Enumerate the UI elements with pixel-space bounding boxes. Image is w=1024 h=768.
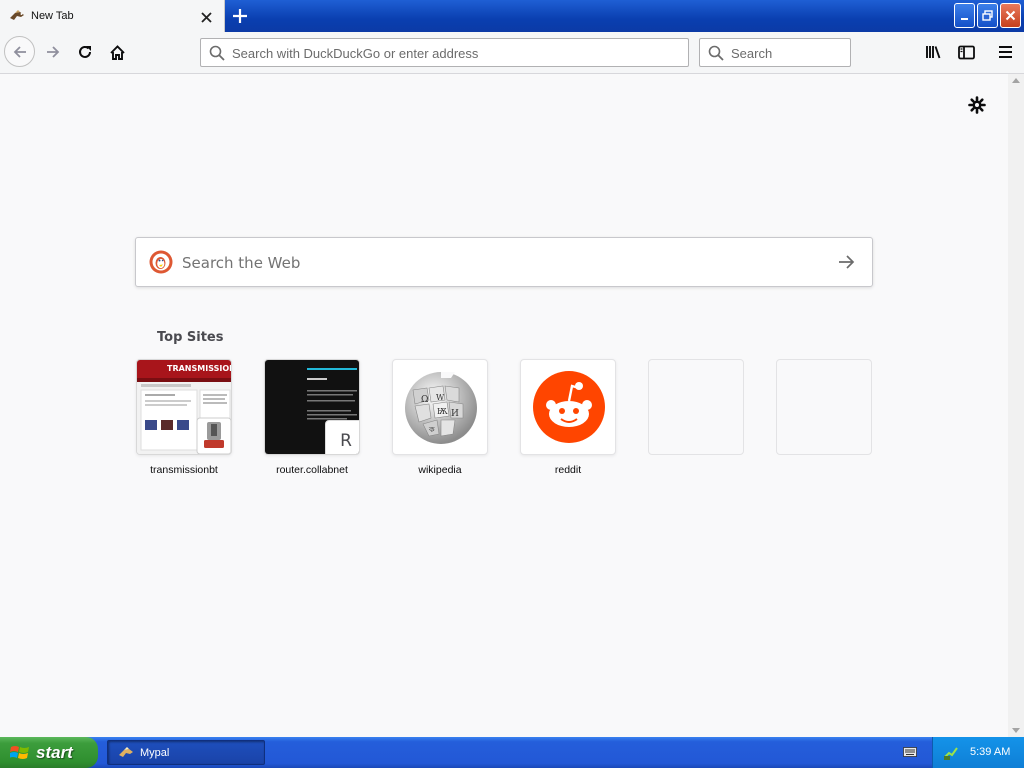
tab-new-tab[interactable]: New Tab — [0, 0, 225, 33]
scroll-up-arrow-icon[interactable] — [1012, 78, 1020, 83]
top-site-tile[interactable]: R router.collabnet — [264, 359, 360, 476]
transmission-banner-text: TRANSMISSION — [167, 364, 232, 373]
duckduckgo-icon — [149, 250, 173, 274]
top-site-placeholder — [776, 359, 872, 455]
site-icon-tile — [520, 359, 616, 455]
navigation-toolbar: Search with DuckDuckGo or enter address … — [0, 32, 1024, 74]
menu-button[interactable] — [990, 37, 1020, 67]
site-fallback-letter: R — [325, 420, 359, 454]
scroll-down-arrow-icon[interactable] — [1012, 728, 1020, 733]
new-tab-page: Search the Web Top Sites TRANSMISSION tr… — [0, 74, 1008, 737]
search-icon — [209, 45, 225, 61]
search-icon — [708, 45, 724, 61]
empty-tile — [776, 359, 872, 455]
web-search-placeholder: Search the Web — [182, 254, 301, 272]
mypal-icon — [119, 746, 133, 757]
tab-strip: New Tab — [0, 0, 1024, 33]
keyboard-icon[interactable] — [903, 746, 917, 758]
hamburger-menu-icon — [998, 46, 1012, 58]
forward-button[interactable] — [38, 37, 68, 67]
site-label: router.collabnet — [276, 464, 348, 476]
plus-icon — [233, 9, 247, 23]
taskbar-item-mypal[interactable]: Mypal — [107, 740, 265, 765]
empty-tile — [648, 359, 744, 455]
wikipedia-globe-icon: Ω W И Ѭ ক — [405, 372, 477, 444]
restore-button[interactable] — [977, 3, 998, 28]
back-button[interactable] — [4, 36, 35, 67]
web-search-box[interactable]: Search the Web — [135, 237, 873, 287]
tab-close-button[interactable] — [196, 7, 216, 27]
svg-text:Ѭ: Ѭ — [437, 407, 448, 416]
top-site-tile[interactable]: reddit — [520, 359, 616, 476]
minimize-button[interactable] — [954, 3, 975, 28]
library-icon — [926, 46, 941, 59]
close-icon — [200, 11, 212, 23]
site-label: transmissionbt — [150, 464, 218, 476]
transmission-screenshot — [137, 360, 231, 454]
new-tab-button[interactable] — [227, 3, 253, 29]
start-label: start — [36, 742, 73, 762]
start-button[interactable]: start — [0, 737, 98, 768]
windows-flag-icon — [10, 745, 29, 759]
vertical-scrollbar[interactable] — [1008, 74, 1024, 737]
site-label: wikipedia — [418, 464, 462, 476]
taskbar: start Mypal 5:39 AM — [0, 737, 1024, 768]
site-label: reddit — [554, 464, 582, 476]
svg-text:Ω: Ω — [421, 395, 428, 405]
svg-text:ক: ক — [428, 425, 435, 434]
mypal-icon — [10, 10, 24, 20]
site-screenshot: R — [264, 359, 360, 455]
minimize-icon — [960, 17, 968, 20]
page-settings-button[interactable] — [966, 94, 988, 116]
reload-button[interactable] — [70, 37, 100, 67]
back-arrow-icon — [13, 45, 26, 58]
restore-icon — [982, 10, 993, 21]
clock: 5:39 AM — [970, 746, 1011, 758]
system-tray: 5:39 AM — [932, 737, 1024, 768]
library-button[interactable] — [919, 37, 949, 67]
site-icon-tile: Ω W И Ѭ ক — [392, 359, 488, 455]
forward-arrow-icon — [47, 46, 60, 58]
address-bar[interactable]: Search with DuckDuckGo or enter address — [200, 38, 689, 67]
site-screenshot: TRANSMISSION — [136, 359, 232, 455]
svg-text:И: И — [451, 409, 459, 419]
top-site-tile[interactable]: TRANSMISSION transmissionbt — [136, 359, 232, 476]
taskbar-item-label: Mypal — [140, 746, 170, 759]
tab-title: New Tab — [31, 10, 74, 22]
search-placeholder: Search — [731, 46, 773, 61]
svg-text:W: W — [436, 393, 445, 402]
top-site-tile[interactable]: Ω W И Ѭ ক wikipedia — [392, 359, 488, 476]
sidebar-button[interactable] — [951, 37, 981, 67]
home-button[interactable] — [102, 37, 132, 67]
reddit-icon — [533, 371, 605, 443]
sidebar-icon — [957, 45, 975, 59]
home-icon — [109, 44, 125, 60]
top-sites-heading: Top Sites — [157, 330, 224, 345]
network-icon[interactable] — [943, 745, 959, 761]
close-icon — [1005, 10, 1016, 21]
reload-icon — [79, 45, 91, 58]
top-site-placeholder — [648, 359, 744, 455]
gear-icon — [968, 96, 986, 114]
arrow-right-icon[interactable] — [836, 252, 856, 272]
window-close-button[interactable] — [1000, 3, 1021, 28]
search-bar[interactable]: Search — [699, 38, 851, 67]
address-placeholder: Search with DuckDuckGo or enter address — [232, 46, 479, 61]
